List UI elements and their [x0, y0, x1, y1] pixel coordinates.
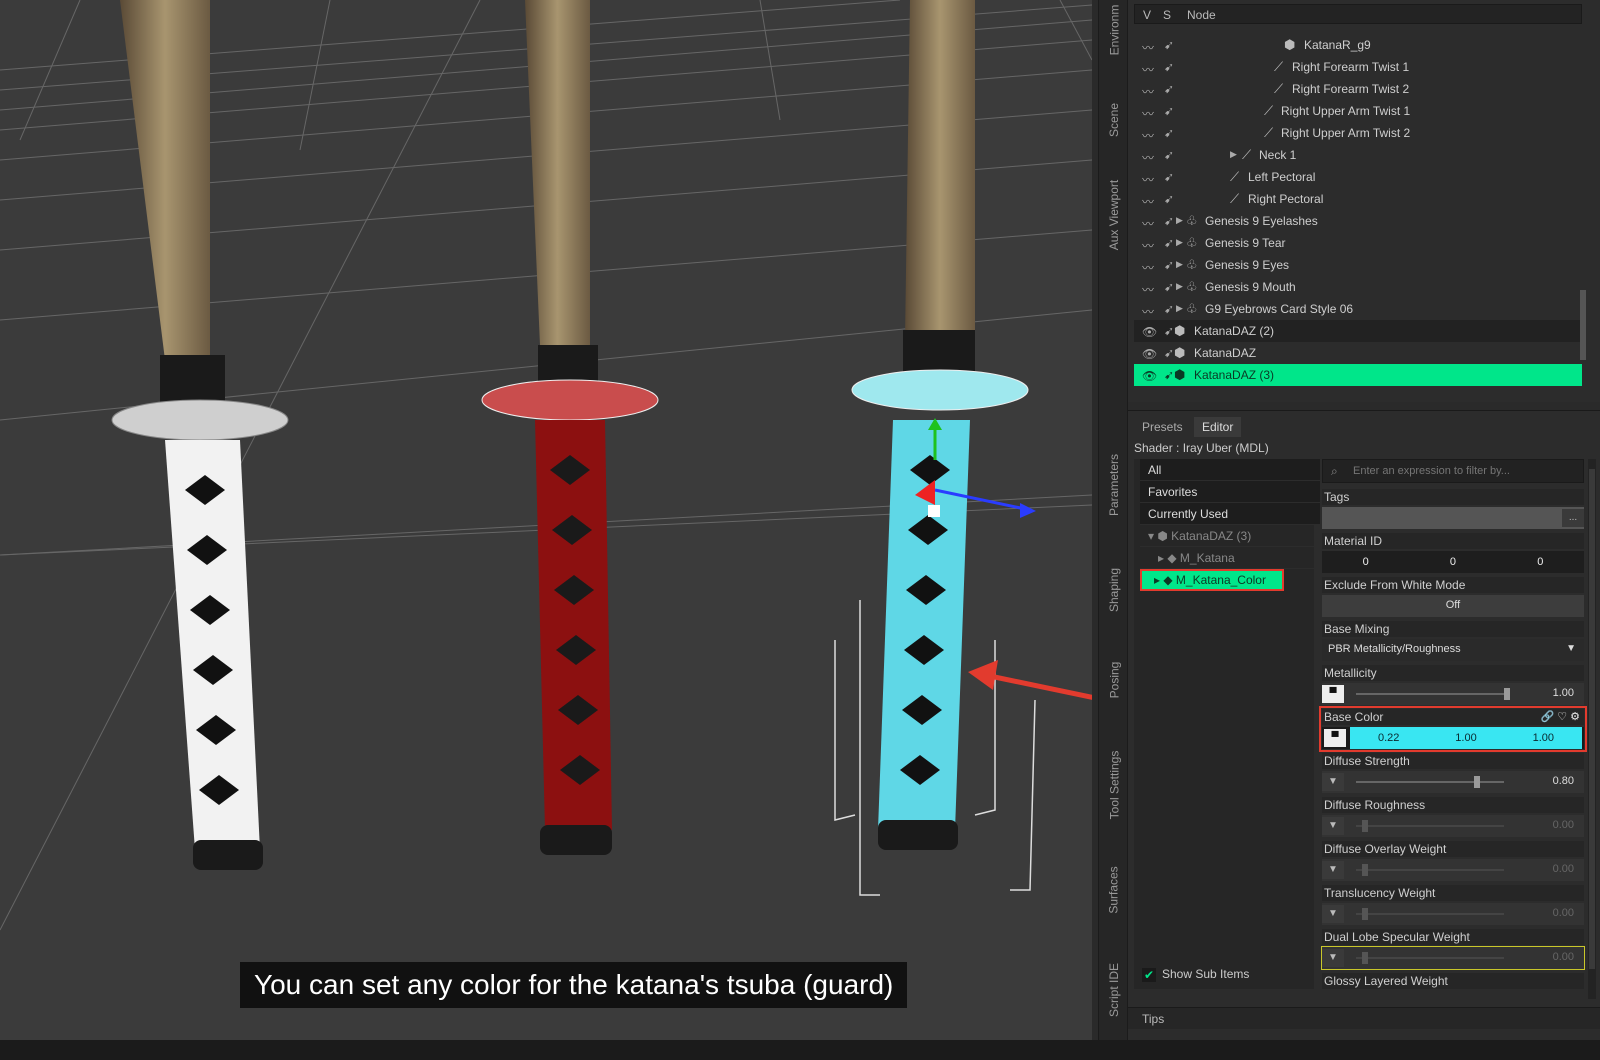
katana-red [481, 0, 659, 855]
column-selectable[interactable]: S [1163, 8, 1171, 22]
material-tree-pane: All Favorites Currently Used ▾ ⬢ KatanaD… [1134, 459, 1320, 989]
slider-knob[interactable] [1362, 908, 1368, 920]
prop-diffuse-strength: Diffuse Strength ▼ 0.80 [1322, 753, 1584, 793]
viewport-scene [0, 0, 1092, 931]
tips-bar[interactable]: Tips [1128, 1007, 1600, 1029]
more-button[interactable]: ... [1562, 509, 1584, 527]
prop-base-color: Base Color 🔗 ♡ ⚙ ▀ 0.22 1.00 1.00 [1319, 706, 1587, 752]
column-visible[interactable]: V [1143, 8, 1151, 22]
tree-item-m-katana-color[interactable]: ▸ ◆ M_Katana_Color [1140, 569, 1284, 591]
scene-row[interactable]: 〰 ➹ ▶ ♧ Genesis 9 Eyelashes [1134, 210, 1582, 232]
scene-row[interactable]: 〰 ➹ ⟋ Right Forearm Twist 2 [1134, 78, 1582, 100]
color-picker-icon[interactable]: ▀ [1324, 729, 1346, 747]
filter-all[interactable]: All [1140, 459, 1320, 481]
dual-lobe-slider[interactable]: ▼ 0.00 [1321, 946, 1585, 970]
slider-knob[interactable] [1362, 952, 1368, 964]
scene-row[interactable]: 〰 ➹ ⬢ KatanaR_g9 [1134, 34, 1582, 56]
vtab-script-ide[interactable]: Script IDE [1102, 955, 1126, 1025]
chevron-down-icon[interactable]: ▼ [1322, 817, 1344, 835]
show-sub-items-checkbox[interactable]: ✔ Show Sub Items [1142, 967, 1249, 982]
swatch-icon[interactable]: ▀ [1322, 685, 1344, 703]
tree-item-katanadaz-3[interactable]: ▾ ⬢ KatanaDAZ (3) [1140, 525, 1320, 547]
scene-row[interactable]: 〰 ➹ ⟋ Right Forearm Twist 1 [1134, 56, 1582, 78]
check-icon: ✔ [1142, 967, 1156, 982]
translucency-slider[interactable]: ▼ 0.00 [1322, 903, 1584, 925]
tags-field[interactable]: ... [1322, 507, 1584, 529]
base-color-field[interactable]: ▀ 0.22 1.00 1.00 [1322, 727, 1584, 749]
slider-knob[interactable] [1474, 776, 1480, 788]
scene-scrollbar[interactable] [1580, 290, 1586, 360]
vtab-shaping[interactable]: Shaping [1102, 560, 1126, 620]
prop-material-id: Material ID 0 0 0 [1322, 533, 1584, 573]
scene-row[interactable]: 〰 ➹ ⟋ Right Pectoral [1134, 188, 1582, 210]
scene-row-selected[interactable]: 👁 ➹ ⬢ KatanaDAZ (3) [1134, 364, 1582, 386]
status-bar [0, 1040, 1600, 1060]
surfaces-panel: Presets Editor Shader : Iray Uber (MDL) … [1128, 410, 1600, 1040]
prop-diffuse-roughness: Diffuse Roughness ▼ 0.00 [1322, 797, 1584, 837]
vertical-tab-strip: Environm Scene Aux Viewport Parameters S… [1098, 0, 1128, 1040]
scene-row[interactable]: 〰 ➹ ⟋ Right Upper Arm Twist 1 [1134, 100, 1582, 122]
scene-row[interactable]: 〰 ➹ ⟋ Left Pectoral [1134, 166, 1582, 188]
prop-metallicity: Metallicity ▀ 1.00 [1322, 665, 1584, 705]
link-heart-gear-icons[interactable]: 🔗 ♡ ⚙ [1540, 709, 1580, 725]
callout-arrow [984, 672, 1092, 700]
scene-row[interactable]: 👁 ➹ ⬢ KatanaDAZ [1134, 342, 1582, 364]
vtab-surfaces[interactable]: Surfaces [1102, 855, 1126, 925]
tab-presets[interactable]: Presets [1134, 417, 1191, 437]
filter-input[interactable] [1353, 462, 1577, 480]
metallicity-slider[interactable]: ▀ 1.00 [1322, 683, 1584, 705]
prop-exclude-white-mode: Exclude From White Mode Off [1322, 577, 1584, 617]
chevron-down-icon[interactable]: ▼ [1322, 861, 1344, 879]
scene-row[interactable]: 〰 ➹ ▶ ♧ G9 Eyebrows Card Style 06 [1134, 298, 1582, 320]
shader-label: Shader : Iray Uber (MDL) [1134, 441, 1269, 455]
prop-tags: Tags ... [1322, 489, 1584, 529]
chevron-down-icon[interactable]: ▼ [1322, 905, 1344, 923]
vtab-environment[interactable]: Environm [1102, 0, 1126, 60]
diffuse-overlay-slider[interactable]: ▼ 0.00 [1322, 859, 1584, 881]
properties-scrollbar[interactable] [1588, 459, 1596, 999]
search-icon: ⌕ [1331, 464, 1338, 478]
scene-row[interactable]: 〰 ➹ ⟋ Right Upper Arm Twist 2 [1134, 122, 1582, 144]
caption: You can set any color for the katana's t… [240, 962, 908, 1008]
vtab-parameters[interactable]: Parameters [1102, 440, 1126, 530]
diffuse-strength-slider[interactable]: ▼ 0.80 [1322, 771, 1584, 793]
scene-row[interactable]: 〰 ➹ ▶ ⟋ Neck 1 [1134, 144, 1582, 166]
slider-knob[interactable] [1504, 688, 1510, 700]
filter-favorites[interactable]: Favorites [1140, 481, 1320, 503]
exclude-toggle[interactable]: Off [1322, 595, 1584, 617]
material-id-values[interactable]: 0 0 0 [1322, 551, 1584, 573]
scene-header: V S Node [1134, 4, 1582, 24]
diffuse-roughness-slider[interactable]: ▼ 0.00 [1322, 815, 1584, 837]
scene-row[interactable]: 〰 ➹ ▶ ♧ Genesis 9 Mouth [1134, 276, 1582, 298]
filter-field[interactable]: ⌕ [1322, 459, 1584, 483]
viewport-3d[interactable]: You can set any color for the katana's t… [0, 0, 1092, 1040]
prop-glossy-layered-weight: Glossy Layered Weight [1322, 973, 1584, 989]
vtab-posing[interactable]: Posing [1102, 650, 1126, 710]
katana-white [111, 0, 289, 870]
slider-knob[interactable] [1362, 820, 1368, 832]
scene-panel: V S Node 〰 ➹ ⬢ KatanaR_g9 〰 ➹ ⟋ Right Forearm … [1128, 0, 1600, 402]
slider-knob[interactable] [1362, 864, 1368, 876]
properties-pane: ⌕ Tags ... Material ID 0 0 0 Exclude Fro… [1319, 459, 1587, 999]
scene-row[interactable]: 〰 ➹ ▶ ♧ Genesis 9 Tear [1134, 232, 1582, 254]
vtab-scene[interactable]: Scene [1102, 90, 1126, 150]
chevron-down-icon[interactable]: ▼ [1322, 773, 1344, 791]
filter-currently-used[interactable]: Currently Used [1140, 503, 1320, 525]
scene-row[interactable]: 〰 ➹ ▶ ♧ Genesis 9 Eyes [1134, 254, 1582, 276]
chevron-down-icon[interactable]: ▼ [1322, 949, 1344, 967]
katana-cyan [834, 0, 1036, 896]
prop-base-mixing: Base Mixing PBR Metallicity/Roughness ▼ [1322, 621, 1584, 661]
prop-dual-lobe-specular: Dual Lobe Specular Weight ▼ 0.00 [1321, 929, 1585, 970]
prop-diffuse-overlay-weight: Diffuse Overlay Weight ▼ 0.00 [1322, 841, 1584, 881]
base-mixing-select[interactable]: PBR Metallicity/Roughness ▼ [1322, 639, 1584, 661]
column-node[interactable]: Node [1187, 8, 1216, 22]
chevron-down-icon: ▼ [1566, 643, 1576, 654]
vtab-tool-settings[interactable]: Tool Settings [1102, 740, 1126, 830]
tree-item-m-katana[interactable]: ▸ ◆ M_Katana [1140, 547, 1320, 569]
scene-row[interactable]: 👁 ➹ ⬢ KatanaDAZ (2) [1134, 320, 1582, 342]
tab-editor[interactable]: Editor [1194, 417, 1242, 437]
prop-translucency-weight: Translucency Weight ▼ 0.00 [1322, 885, 1584, 925]
vtab-aux-viewport[interactable]: Aux Viewport [1102, 170, 1126, 260]
